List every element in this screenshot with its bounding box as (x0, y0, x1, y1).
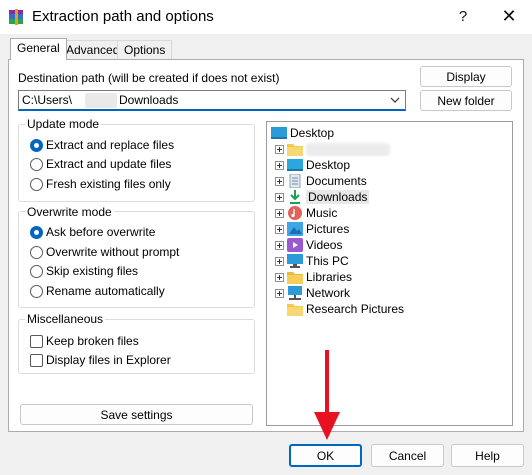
radio-button[interactable] (30, 264, 43, 278)
radio-button[interactable] (30, 157, 43, 171)
tree-item-desktop[interactable]: Desktop (275, 157, 350, 173)
help-title-button[interactable]: ? (440, 0, 486, 32)
chevron-down-icon[interactable] (389, 94, 401, 106)
radio-button[interactable] (30, 177, 43, 191)
radio-label: Skip existing files (46, 264, 139, 278)
tree-label: This PC (306, 254, 349, 268)
downloads-icon (290, 190, 300, 204)
redacted-folder-name (306, 142, 390, 156)
redacted-username (85, 93, 117, 108)
tree-item-this-pc[interactable]: This PC (275, 253, 349, 269)
tab-general[interactable]: General (10, 38, 67, 60)
folder-icon (287, 272, 303, 284)
ok-button[interactable]: OK (289, 444, 362, 467)
expand-icon[interactable] (275, 256, 284, 266)
expand-icon[interactable] (275, 208, 284, 218)
new-folder-button[interactable]: New folder (420, 90, 512, 111)
expand-icon[interactable] (275, 192, 284, 202)
overwrite-mode-title: Overwrite mode (25, 205, 114, 219)
winrar-app-icon (9, 9, 23, 25)
miscellaneous-title: Miscellaneous (25, 312, 106, 326)
tree-item-research-pictures[interactable]: Research Pictures (287, 301, 404, 317)
tree-label: Downloads (306, 190, 370, 204)
tree-item-documents[interactable]: Documents (275, 173, 367, 189)
tree-label: Videos (306, 238, 343, 252)
radio-label: Extract and update files (46, 157, 172, 171)
network-icon (288, 286, 302, 300)
radio-button[interactable] (30, 138, 43, 152)
radio-button[interactable] (30, 284, 43, 298)
radio-skip-existing[interactable]: Skip existing files (30, 263, 138, 279)
checkbox-display-in-explorer[interactable]: Display files in Explorer (30, 352, 171, 368)
checkbox[interactable] (30, 353, 43, 367)
this-pc-icon (287, 254, 303, 268)
tree-label: Desktop (306, 158, 351, 172)
expand-icon[interactable] (275, 224, 284, 234)
expand-icon[interactable] (275, 160, 284, 170)
expand-icon[interactable] (275, 240, 284, 250)
radio-fresh-existing[interactable]: Fresh existing files only (30, 176, 171, 192)
radio-extract-update[interactable]: Extract and update files (30, 156, 171, 172)
save-settings-button[interactable]: Save settings (20, 404, 253, 425)
tree-item-user-folder[interactable] (275, 141, 390, 157)
tree-label: Research Pictures (306, 302, 405, 316)
radio-button[interactable] (30, 225, 43, 239)
tree-item-downloads[interactable]: Downloads (275, 189, 370, 205)
destination-path-label: Destination path (will be created if doe… (18, 71, 280, 85)
radio-label: Fresh existing files only (46, 177, 171, 191)
radio-label: Rename automatically (46, 284, 165, 298)
folder-tree[interactable]: Desktop Desktop Documents Downloads Musi… (266, 121, 513, 426)
desktop-icon (287, 159, 303, 171)
annotation-arrow-icon (314, 350, 340, 440)
checkbox[interactable] (30, 334, 43, 348)
tree-item-videos[interactable]: Videos (275, 237, 342, 253)
tree-label: Libraries (306, 270, 353, 284)
expand-icon[interactable] (275, 144, 284, 154)
tree-item-pictures[interactable]: Pictures (275, 221, 349, 237)
tree-label: Network (306, 286, 351, 300)
tree-label: Desktop (290, 126, 335, 140)
expand-icon[interactable] (275, 272, 284, 282)
radio-ask-before-overwrite[interactable]: Ask before overwrite (30, 224, 155, 240)
checkbox-label: Keep broken files (46, 334, 139, 348)
desktop-icon (271, 127, 287, 139)
destination-path-combobox[interactable]: C:\Users\ Downloads (18, 90, 406, 111)
checkbox-keep-broken[interactable]: Keep broken files (30, 333, 139, 349)
radio-extract-replace[interactable]: Extract and replace files (30, 137, 174, 153)
documents-icon (289, 174, 301, 188)
cancel-button[interactable]: Cancel (371, 444, 444, 467)
videos-icon (287, 238, 303, 252)
window-title: Extraction path and options (32, 8, 214, 25)
radio-overwrite-without-prompt[interactable]: Overwrite without prompt (30, 244, 179, 260)
radio-label: Overwrite without prompt (46, 245, 180, 259)
help-button[interactable]: Help (451, 444, 524, 467)
destination-path-suffix: Downloads (119, 93, 179, 107)
tree-item-music[interactable]: Music (275, 205, 337, 221)
radio-button[interactable] (30, 245, 43, 259)
tree-label: Music (306, 206, 338, 220)
title-bar: Extraction path and options ? ✕ (0, 0, 532, 34)
tree-item-libraries[interactable]: Libraries (275, 269, 352, 285)
radio-rename-automatically[interactable]: Rename automatically (30, 283, 165, 299)
tree-item-network[interactable]: Network (275, 285, 350, 301)
close-button[interactable]: ✕ (486, 0, 532, 32)
expand-icon[interactable] (275, 176, 284, 186)
destination-path-prefix: C:\Users\ (22, 93, 73, 107)
tree-root-desktop[interactable]: Desktop (271, 125, 334, 141)
tree-label: Documents (306, 174, 367, 188)
checkbox-label: Display files in Explorer (46, 353, 171, 367)
radio-label: Extract and replace files (46, 138, 175, 152)
folder-icon (287, 144, 303, 156)
radio-label: Ask before overwrite (46, 225, 156, 239)
update-mode-title: Update mode (25, 117, 102, 131)
music-icon (288, 206, 302, 220)
display-button[interactable]: Display (420, 66, 512, 87)
tree-label: Pictures (306, 222, 350, 236)
tab-options[interactable]: Options (117, 40, 173, 59)
pictures-icon (287, 222, 303, 236)
expand-icon[interactable] (275, 288, 284, 298)
folder-icon (287, 304, 303, 316)
